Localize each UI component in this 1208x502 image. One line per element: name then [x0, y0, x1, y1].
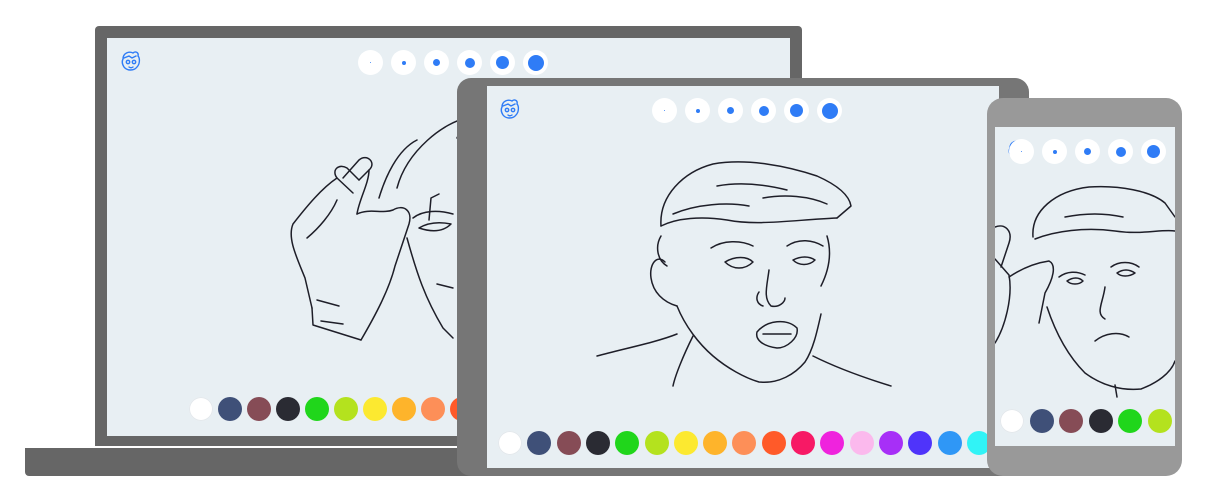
- tablet-screen: [487, 86, 999, 468]
- color-swatch-green[interactable]: [1118, 409, 1142, 433]
- color-swatch-charcoal[interactable]: [276, 397, 300, 421]
- color-swatch-salmon[interactable]: [732, 431, 757, 455]
- color-swatch-amber[interactable]: [392, 397, 416, 421]
- color-swatch-charcoal[interactable]: [585, 431, 610, 455]
- color-swatch-green[interactable]: [305, 397, 329, 421]
- color-swatch-yellow[interactable]: [673, 431, 698, 455]
- color-swatch-mauve[interactable]: [247, 397, 271, 421]
- drawing-canvas[interactable]: [995, 127, 1175, 446]
- color-swatch-charcoal[interactable]: [1088, 409, 1113, 433]
- color-swatch-mauve[interactable]: [556, 431, 581, 455]
- phone-screen: [995, 127, 1175, 446]
- drawing-canvas[interactable]: [487, 86, 999, 468]
- color-swatch-white[interactable]: [1000, 409, 1024, 433]
- color-swatch-white[interactable]: [189, 397, 213, 421]
- color-swatch-lime[interactable]: [334, 397, 358, 421]
- color-swatch-green[interactable]: [615, 431, 640, 455]
- color-swatch-slate-blue[interactable]: [527, 431, 552, 455]
- color-swatch-mauve[interactable]: [1059, 409, 1083, 433]
- color-swatch-salmon[interactable]: [421, 397, 445, 421]
- color-swatch-slate-blue[interactable]: [1029, 409, 1054, 433]
- color-swatch-lime[interactable]: [1147, 409, 1172, 433]
- color-swatch-pink[interactable]: [849, 431, 874, 455]
- color-swatch-white[interactable]: [498, 431, 522, 455]
- color-swatch-lime[interactable]: [644, 431, 669, 455]
- color-swatch-indigo[interactable]: [908, 431, 933, 455]
- color-swatch-red-orange[interactable]: [761, 431, 786, 455]
- color-swatch-slate-blue[interactable]: [218, 397, 242, 421]
- color-swatch-amber[interactable]: [703, 431, 728, 455]
- color-swatch-magenta[interactable]: [820, 431, 845, 455]
- color-swatch-purple[interactable]: [878, 431, 903, 455]
- color-swatch-sky-blue[interactable]: [937, 431, 962, 455]
- color-swatch-yellow[interactable]: [363, 397, 387, 421]
- color-swatch-crimson[interactable]: [791, 431, 815, 455]
- color-palette: [995, 404, 1175, 438]
- color-palette: [487, 426, 999, 460]
